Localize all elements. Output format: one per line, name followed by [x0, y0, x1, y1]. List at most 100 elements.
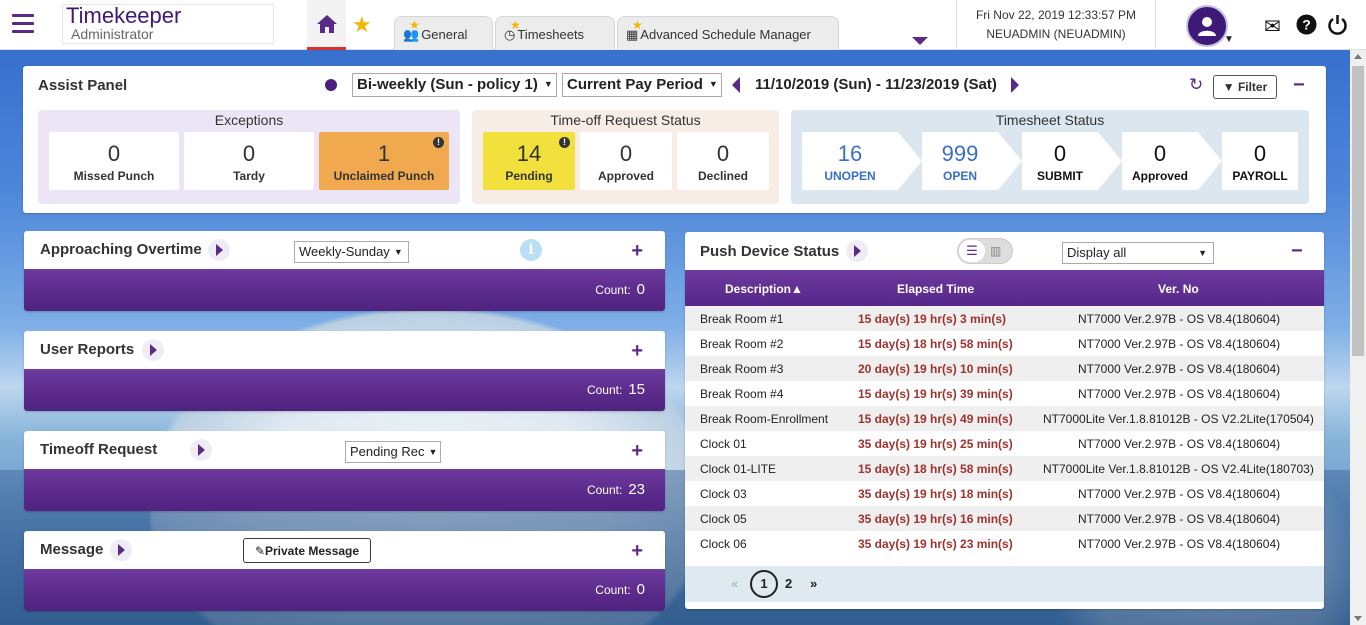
pager-prev[interactable]: «	[731, 576, 738, 591]
mail-icon[interactable]: ✉	[1264, 14, 1281, 39]
column-description[interactable]: Description▲	[725, 282, 803, 296]
add-icon[interactable]: +	[631, 540, 643, 563]
card-value: 0	[107, 141, 121, 166]
declined-card[interactable]: 0 Declined	[677, 132, 769, 190]
filter-label: Filter	[1237, 80, 1268, 94]
expand-arrow-icon[interactable]	[846, 240, 868, 262]
pager-next[interactable]: »	[810, 576, 817, 591]
open-status[interactable]: 999 OPEN	[922, 132, 998, 190]
tab-advanced-schedule-manager[interactable]: ★ ▦ Advanced Schedule Manager	[617, 16, 839, 50]
count-bar: Count: 23	[24, 469, 665, 511]
view-toggle[interactable]: ☰ ▥	[957, 238, 1013, 264]
user-avatar[interactable]	[1186, 5, 1228, 47]
count-label: Count:	[586, 383, 623, 397]
private-message-button[interactable]: ✎Private Message	[243, 538, 371, 563]
table-row[interactable]: Break Room #2 15 day(s) 18 hr(s) 58 min(…	[685, 331, 1324, 356]
chevron-down-icon: ▼	[708, 79, 718, 89]
favorites-star-icon[interactable]: ★	[352, 12, 372, 38]
page-scrollbar[interactable]	[1350, 50, 1366, 625]
status-value: 0	[1253, 141, 1267, 166]
pager-page-2[interactable]: 2	[785, 576, 792, 591]
table-row[interactable]: Clock 05 35 day(s) 19 hr(s) 16 min(s) NT…	[685, 506, 1324, 531]
cell-elapsed: 20 day(s) 19 hr(s) 10 min(s)	[858, 362, 1013, 376]
table-row[interactable]: Break Room #3 20 day(s) 19 hr(s) 10 min(…	[685, 356, 1324, 381]
table-row[interactable]: Break Room #1 15 day(s) 19 hr(s) 3 min(s…	[685, 306, 1324, 331]
chevron-down-icon: ▼	[1198, 248, 1207, 258]
device-filter-select[interactable]: Display all ▼	[1062, 242, 1214, 264]
home-icon	[316, 14, 337, 33]
cell-description: Break Room #2	[700, 337, 784, 351]
scroll-down-icon[interactable]	[1354, 616, 1362, 621]
expand-arrow-icon[interactable]	[208, 239, 230, 261]
svg-text:?: ?	[1302, 17, 1311, 33]
collapse-push-icon[interactable]: −	[1291, 240, 1303, 263]
chevron-right-icon	[1198, 132, 1222, 190]
favorite-star-icon: ★	[632, 18, 643, 32]
card-label: Unclaimed Punch	[333, 169, 435, 183]
table-row[interactable]: Clock 01-LITE 15 day(s) 18 hr(s) 58 min(…	[685, 456, 1324, 481]
table-row[interactable]: Break Room #4 15 day(s) 19 hr(s) 39 min(…	[685, 381, 1324, 406]
submit-status[interactable]: 0 SUBMIT	[1022, 132, 1098, 190]
chart-view-icon[interactable]: ▥	[990, 240, 1001, 262]
table-row[interactable]: Clock 01 35 day(s) 19 hr(s) 25 min(s) NT…	[685, 431, 1324, 456]
sort-asc-icon: ▲	[791, 282, 803, 296]
cell-elapsed: 15 day(s) 19 hr(s) 39 min(s)	[858, 387, 1013, 401]
status-value: 0	[1153, 141, 1167, 166]
chevron-right-icon	[998, 132, 1022, 190]
filter-button[interactable]: ▼ Filter	[1213, 75, 1277, 99]
select-value: Weekly-Sunday	[299, 244, 390, 259]
column-ver-no[interactable]: Ver. No	[1158, 282, 1199, 296]
policy-select[interactable]: Bi-weekly (Sun - policy 1) ▼	[352, 73, 557, 97]
table-row[interactable]: Break Room-Enrollment 15 day(s) 19 hr(s)…	[685, 406, 1324, 431]
avatar-chevron-down-icon[interactable]: ▼	[1224, 34, 1234, 45]
period-range: 11/10/2019 (Sun) - 11/23/2019 (Sat)	[755, 76, 997, 93]
add-icon[interactable]: +	[631, 240, 643, 263]
count-value: 15	[628, 381, 645, 398]
info-icon[interactable]: i	[520, 239, 542, 261]
expand-arrow-icon[interactable]	[190, 439, 212, 461]
overtime-period-select[interactable]: Weekly-Sunday ▼	[294, 241, 409, 263]
help-icon[interactable]: ?	[1296, 14, 1317, 41]
collapse-assist-icon[interactable]: −	[1293, 74, 1305, 97]
user-reports-widget: User Reports + Count: 15	[24, 331, 665, 411]
scroll-up-icon[interactable]	[1354, 54, 1362, 59]
tabs-dropdown-icon[interactable]	[912, 37, 928, 45]
period-select[interactable]: Current Pay Period ▼	[562, 73, 722, 97]
unclaimed-punch-card[interactable]: ! 1 Unclaimed Punch	[319, 132, 449, 190]
edit-icon: ✎	[254, 544, 265, 558]
next-period-icon[interactable]	[1011, 77, 1019, 93]
favorite-star-icon: ★	[510, 18, 521, 32]
scroll-thumb[interactable]	[1352, 66, 1364, 356]
table-row[interactable]: Clock 06 35 day(s) 19 hr(s) 23 min(s) NT…	[685, 531, 1324, 556]
count-value: 23	[628, 481, 645, 498]
pager-page-current[interactable]: 1	[750, 570, 778, 598]
missed-punch-card[interactable]: 0 Missed Punch	[49, 132, 179, 190]
expand-arrow-icon[interactable]	[110, 539, 132, 561]
payroll-status[interactable]: 0 PAYROLL	[1222, 132, 1298, 190]
pending-card[interactable]: ! 14 Pending	[483, 132, 575, 190]
status-label: PAYROLL	[1232, 169, 1288, 183]
tab-general[interactable]: ★ 👥 General	[394, 16, 493, 50]
tardy-card[interactable]: 0 Tardy	[184, 132, 314, 190]
unopen-status[interactable]: 16 UNOPEN	[802, 132, 898, 190]
approved-status[interactable]: 0 Approved	[1122, 132, 1198, 190]
add-icon[interactable]: +	[631, 340, 643, 363]
expand-arrow-icon[interactable]	[142, 339, 164, 361]
status-label: Approved	[1131, 169, 1188, 183]
add-icon[interactable]: +	[631, 440, 643, 463]
timeoff-status-group: Time-off Request Status ! 14 Pending 0 A…	[472, 110, 779, 204]
column-elapsed-time[interactable]: Elapsed Time	[897, 282, 974, 296]
timeoff-filter-select[interactable]: Pending Rec ▼	[345, 441, 441, 463]
tab-timesheets[interactable]: ★ ◷ Timesheets	[495, 16, 615, 50]
pagination: « 1 2 »	[685, 566, 1324, 602]
cell-version: NT7000 Ver.2.97B - OS V8.4(180604)	[1078, 362, 1281, 376]
approved-card[interactable]: 0 Approved	[580, 132, 672, 190]
prev-period-icon[interactable]	[732, 77, 740, 93]
refresh-icon[interactable]: ↻	[1189, 75, 1203, 95]
widget-title: Timeoff Request	[40, 441, 158, 458]
menu-icon[interactable]	[12, 14, 34, 34]
home-button[interactable]	[307, 0, 346, 50]
table-row[interactable]: Clock 03 35 day(s) 19 hr(s) 18 min(s) NT…	[685, 481, 1324, 506]
power-icon[interactable]	[1327, 14, 1348, 41]
list-view-icon[interactable]: ☰	[959, 240, 985, 262]
